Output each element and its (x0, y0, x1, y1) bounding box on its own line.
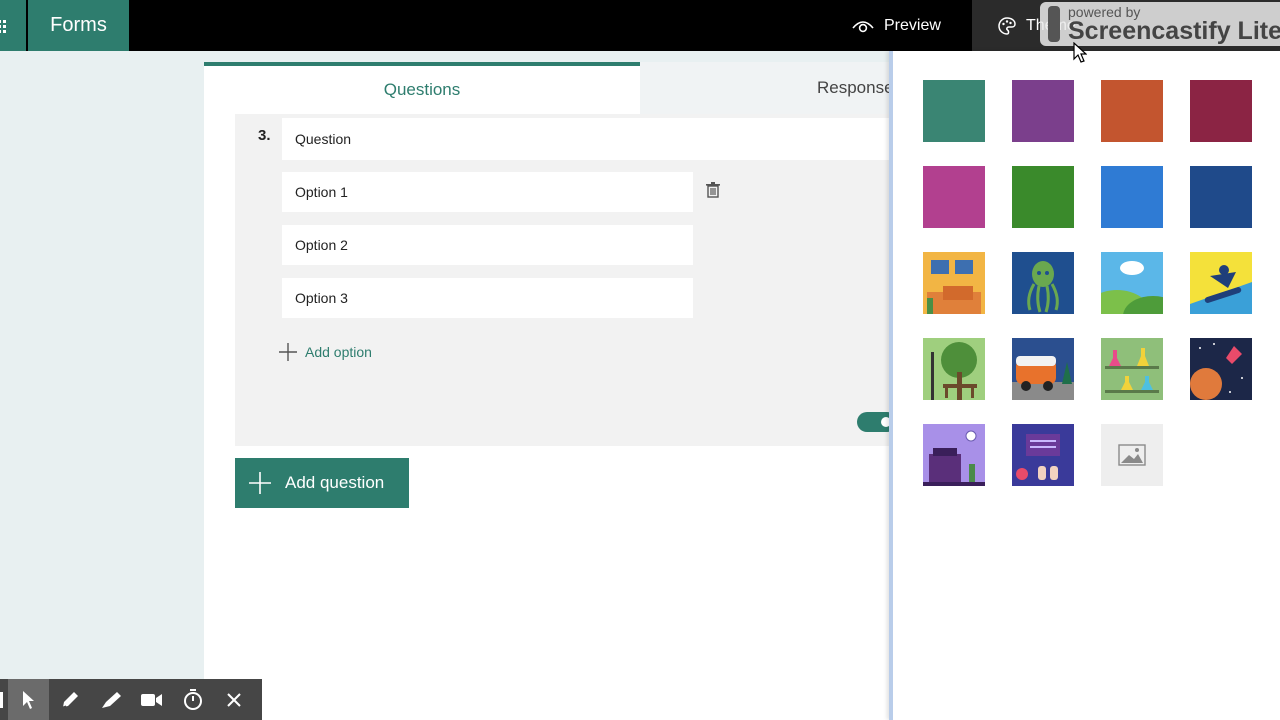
theme-color-navy[interactable] (1190, 166, 1252, 228)
camera-icon (140, 693, 162, 706)
theme-image-desk-clock[interactable] (923, 424, 985, 486)
watermark-line-2: Screencastify Lite (1068, 16, 1280, 45)
question-title-input[interactable]: Question (282, 118, 894, 160)
close-tool-button[interactable] (213, 679, 254, 720)
add-option-label: Add option (305, 344, 372, 360)
pen-icon (62, 691, 78, 707)
add-option-button[interactable]: Add option (279, 343, 372, 361)
theme-color-magenta[interactable] (923, 166, 985, 228)
theme-image-laboratory-flasks[interactable] (1101, 338, 1163, 400)
toolbar-edge (0, 679, 8, 720)
recorder-toolbar (0, 679, 262, 720)
timer-tool-button[interactable] (172, 679, 213, 720)
screencastify-watermark: powered by Screencastify Lite (1040, 2, 1280, 46)
theme-color-crimson[interactable] (1190, 80, 1252, 142)
preview-label: Preview (884, 16, 941, 34)
plus-icon (279, 343, 297, 361)
close-icon (226, 692, 241, 707)
add-question-button[interactable]: Add question (235, 458, 409, 508)
theme-image-camper-van[interactable] (1012, 338, 1074, 400)
plus-icon (249, 472, 271, 494)
theme-color-green[interactable] (1012, 166, 1074, 228)
camera-tool-button[interactable] (131, 679, 172, 720)
theme-color-purple[interactable] (1012, 80, 1074, 142)
tab-responses[interactable]: Responses (640, 62, 894, 114)
highlighter-tool-button[interactable] (90, 679, 131, 720)
highlighter-icon (101, 691, 121, 708)
mouse-pointer-icon (1073, 42, 1087, 63)
theme-image-snowboarder[interactable] (1190, 252, 1252, 314)
screencastify-logo-icon (1048, 6, 1060, 42)
theme-color-teal[interactable] (923, 80, 985, 142)
theme-image-park-bench[interactable] (923, 338, 985, 400)
theme-color-blue[interactable] (1101, 166, 1163, 228)
option-input-1[interactable]: Option 1 (282, 172, 693, 212)
waffle-icon (0, 19, 6, 33)
theme-image-classroom-board[interactable] (1012, 424, 1074, 486)
theme-image-living-room[interactable] (923, 252, 985, 314)
pen-tool-button[interactable] (49, 679, 90, 720)
theme-image-hills-cloud[interactable] (1101, 252, 1163, 314)
question-footer (235, 392, 897, 446)
preview-button[interactable]: Preview (852, 0, 941, 51)
theme-upload-image-button[interactable] (1101, 424, 1163, 486)
app-launcher-button[interactable] (0, 0, 26, 51)
form-editor: Questions Responses 3. Question Option 1… (204, 62, 897, 720)
theme-panel (889, 51, 1280, 720)
cursor-icon (22, 690, 34, 709)
eye-icon (852, 20, 874, 32)
theme-image-space-rocket[interactable] (1190, 338, 1252, 400)
question-number: 3. (258, 127, 271, 144)
trash-icon[interactable] (706, 182, 720, 198)
tab-questions[interactable]: Questions (204, 62, 640, 114)
theme-color-orange[interactable] (1101, 80, 1163, 142)
add-question-label: Add question (285, 473, 385, 492)
cursor-tool-button[interactable] (8, 679, 49, 720)
timer-icon (183, 688, 202, 710)
option-input-2[interactable]: Option 2 (282, 225, 693, 265)
theme-image-octopus[interactable] (1012, 252, 1074, 314)
palette-icon (998, 16, 1016, 35)
option-input-3[interactable]: Option 3 (282, 278, 693, 318)
app-title[interactable]: Forms (28, 0, 129, 51)
